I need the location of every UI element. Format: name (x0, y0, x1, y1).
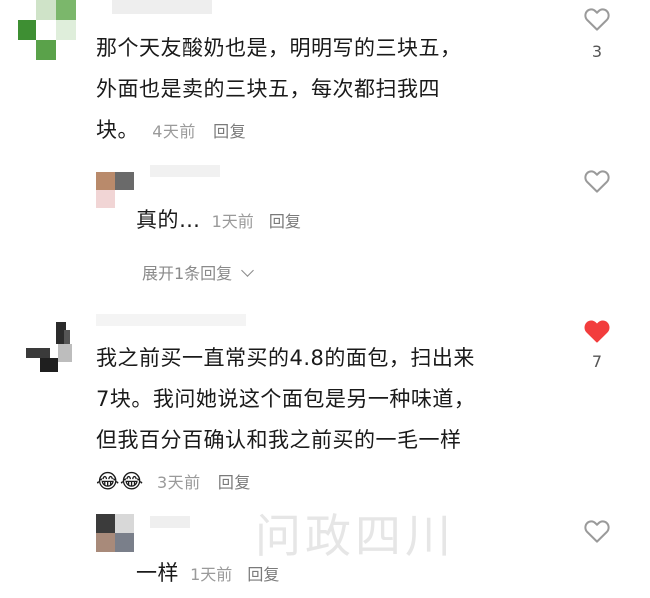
heart-icon (584, 8, 610, 31)
reply-button[interactable]: 回复 (247, 565, 279, 584)
comment-time: 3天前 (156, 473, 201, 492)
avatar[interactable] (96, 172, 134, 208)
chevron-down-icon (241, 264, 255, 277)
comment-text-line: 块。 (96, 118, 139, 142)
reply-time: 1天前 (211, 212, 254, 231)
reply-time: 1天前 (190, 565, 233, 584)
username-blurred (96, 314, 246, 326)
username-blurred (112, 0, 212, 14)
expand-replies-button[interactable]: 展开1条回复 (142, 260, 255, 284)
heart-icon (584, 320, 610, 343)
like-count: 7 (591, 352, 603, 371)
heart-icon (584, 170, 610, 193)
comment-time: 4天前 (152, 122, 196, 141)
watermark: 问政四川 (255, 500, 455, 566)
laughing-emoji-icon: 😂 (119, 469, 144, 493)
comment-text-line: 那个天友酸奶也是，明明写的三块五， (96, 36, 462, 60)
avatar[interactable] (96, 514, 134, 552)
comment-text-line: 7块。我问她说这个面包是另一种味道， (96, 387, 476, 411)
expand-replies-label: 展开1条回复 (142, 264, 233, 283)
username-blurred (150, 516, 190, 528)
heart-icon (584, 520, 610, 543)
like-button[interactable] (582, 166, 612, 196)
like-button[interactable] (582, 316, 612, 346)
reply-text: 真的… (136, 208, 201, 232)
comment-text-line: 但我百分百确认和我之前买的一毛一样 (96, 428, 462, 452)
like-button[interactable] (582, 516, 612, 546)
watermark-text: 问政四川 (255, 509, 455, 563)
reply-button[interactable]: 回复 (218, 473, 251, 492)
reply-text: 一样 (136, 561, 179, 585)
comment-text-line: 外面也是卖的三块五，每次都扫我四 (96, 77, 440, 101)
reply-button[interactable]: 回复 (269, 212, 301, 231)
like-count: 3 (591, 42, 603, 61)
avatar[interactable] (18, 0, 76, 62)
avatar[interactable] (26, 322, 78, 372)
like-button[interactable] (582, 4, 612, 34)
reply-button[interactable]: 回复 (213, 122, 246, 141)
username-blurred (150, 165, 220, 177)
laughing-emoji-icon: 😂 (96, 469, 120, 493)
comment-text-line: 我之前买一直常买的4.8的面包，扫出来 (96, 346, 475, 370)
